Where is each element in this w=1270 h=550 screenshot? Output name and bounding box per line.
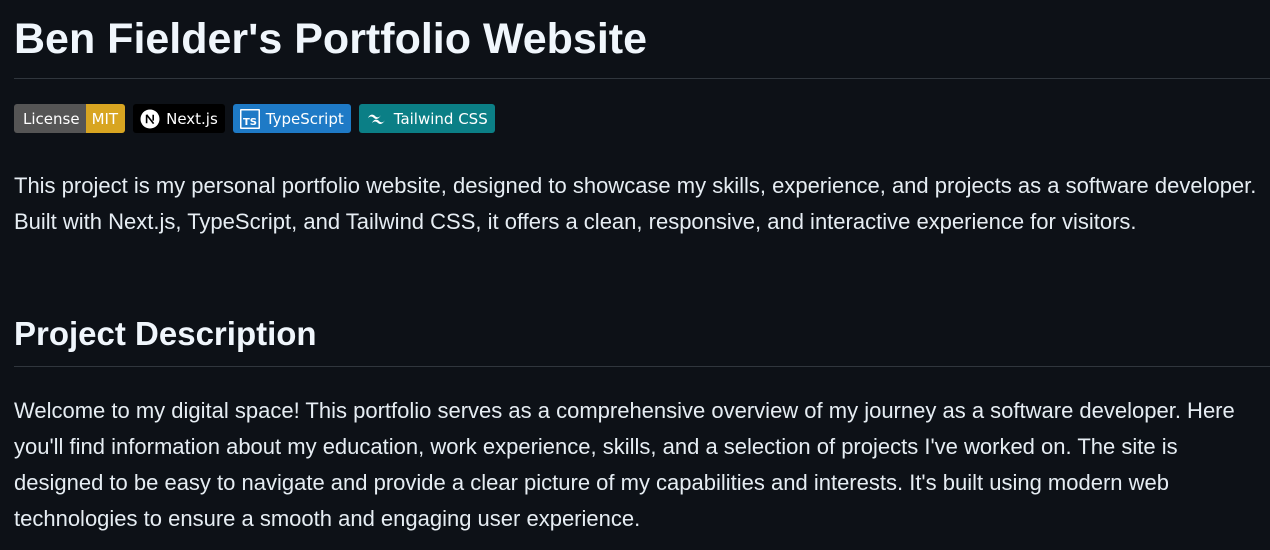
tailwind-badge-label: Tailwind CSS: [393, 109, 488, 128]
license-badge[interactable]: License MIT: [14, 104, 126, 133]
nextjs-badge[interactable]: Next.js: [133, 104, 225, 133]
intro-paragraph: This project is my personal portfolio we…: [14, 173, 1257, 234]
title-divider: [14, 78, 1270, 79]
license-badge-label: License: [14, 104, 86, 133]
nextjs-badge-label: Next.js: [166, 109, 218, 128]
page-title: Ben Fielder's Portfolio Website: [14, 15, 648, 63]
badge-row: License MIT Next.js TS TypeScript Tailwi…: [14, 104, 495, 133]
typescript-badge[interactable]: TS TypeScript: [232, 104, 351, 133]
typescript-badge-label: TypeScript: [265, 109, 344, 128]
description-paragraph: Welcome to my digital space! This portfo…: [14, 398, 1235, 531]
tailwind-icon: [366, 112, 388, 126]
nextjs-icon: [140, 109, 160, 129]
license-badge-value: MIT: [85, 104, 126, 133]
section-heading: Project Description: [14, 315, 317, 352]
svg-text:TS: TS: [243, 117, 257, 128]
tailwind-badge[interactable]: Tailwind CSS: [358, 104, 495, 133]
section-divider: [14, 366, 1270, 367]
typescript-icon: TS: [239, 108, 260, 129]
